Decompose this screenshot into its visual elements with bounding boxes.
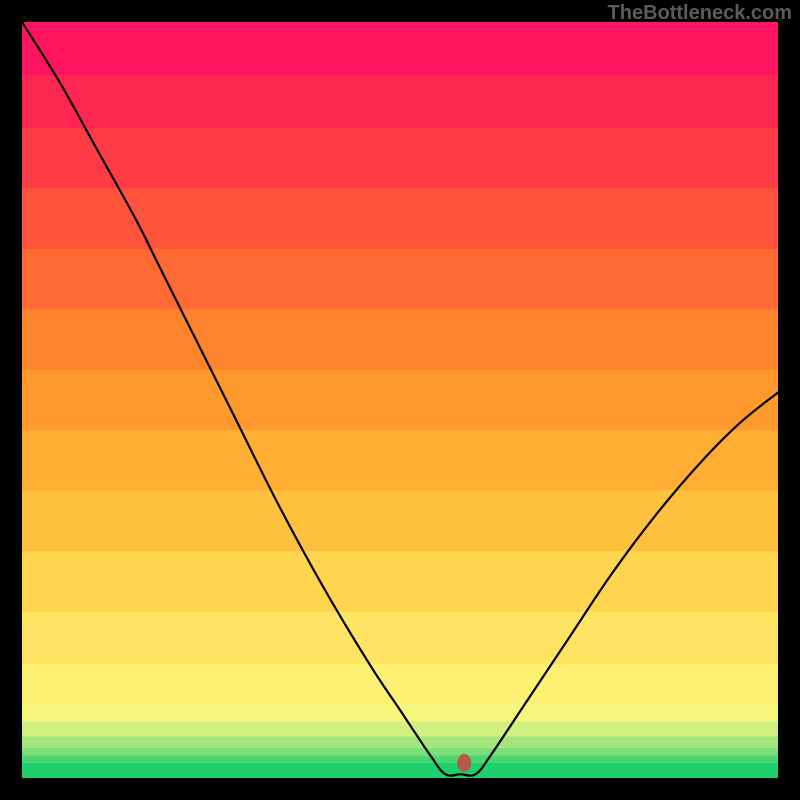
bottleneck-chart bbox=[22, 22, 778, 778]
gradient-background bbox=[22, 22, 778, 778]
plot-area bbox=[22, 22, 778, 778]
optimum-marker bbox=[457, 754, 471, 772]
chart-frame: TheBottleneck.com bbox=[0, 0, 800, 800]
watermark-text: TheBottleneck.com bbox=[608, 2, 792, 25]
